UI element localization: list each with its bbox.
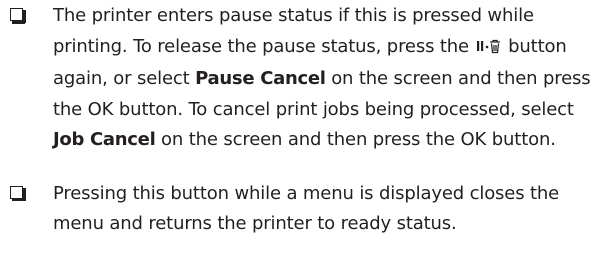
checkbox-bullet-icon <box>10 185 26 201</box>
bullet-list: The printer enters pause status if this … <box>0 0 603 240</box>
item-text-4: on the screen and then press the OK butt… <box>155 129 556 150</box>
item-text: Pressing this button while a menu is dis… <box>53 182 560 235</box>
checkbox-bullet-icon <box>10 8 26 24</box>
pause-cancel-label: Pause Cancel <box>195 68 326 89</box>
job-cancel-label: Job Cancel <box>53 129 156 150</box>
list-item: The printer enters pause status if this … <box>0 1 603 156</box>
list-item: Pressing this button while a menu is dis… <box>0 179 603 240</box>
pause-trash-icon <box>476 34 502 65</box>
item-text-1: The printer enters pause status if this … <box>53 5 534 57</box>
